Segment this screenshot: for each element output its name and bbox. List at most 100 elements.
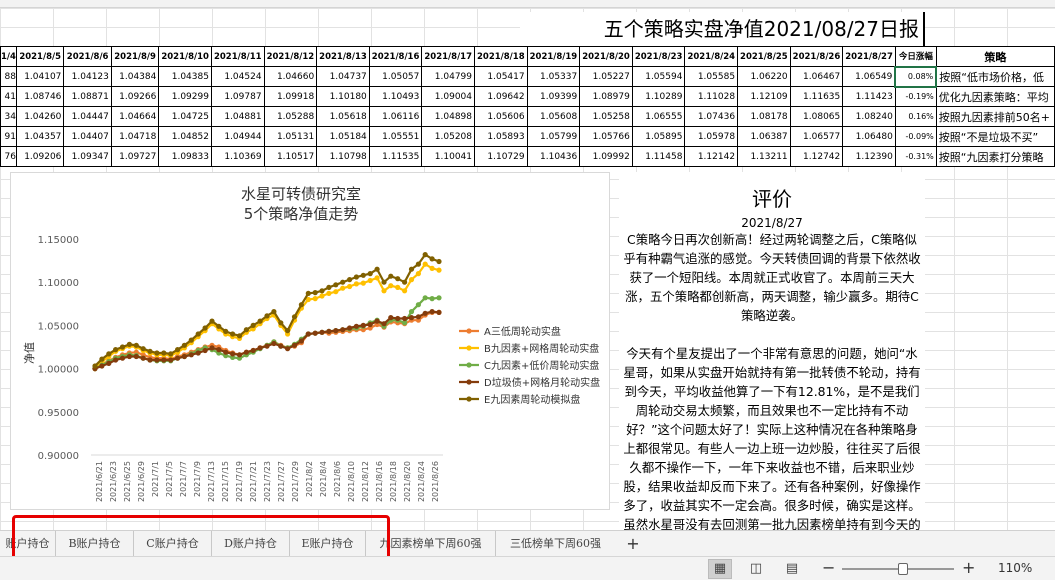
value-cell[interactable]: 1.08871	[63, 86, 112, 107]
first-col-header[interactable]: 1/4	[0, 46, 17, 67]
value-cell[interactable]: 1.04881	[210, 106, 265, 127]
date-header[interactable]: 2021/8/26	[789, 46, 844, 67]
date-header[interactable]: 2021/8/6	[63, 46, 112, 67]
change-cell[interactable]: 0.08%	[894, 65, 938, 88]
value-cell[interactable]: 1.10729	[474, 146, 528, 167]
value-cell[interactable]: 1.08979	[579, 86, 633, 107]
value-cell[interactable]: 1.08178	[737, 106, 791, 127]
date-header[interactable]: 2021/8/12	[263, 46, 318, 67]
zoom-slider-thumb[interactable]	[898, 563, 908, 575]
change-header[interactable]: 今日涨幅	[894, 46, 937, 67]
value-cell[interactable]: 1.04737	[316, 66, 370, 87]
value-cell[interactable]: 1.06220	[737, 66, 791, 87]
value-cell[interactable]: 1.09992	[579, 146, 633, 167]
value-cell[interactable]: 1.09206	[15, 146, 65, 167]
value-cell[interactable]: 1.04357	[15, 126, 65, 147]
value-cell[interactable]: 1.05184	[316, 126, 370, 147]
date-header[interactable]: 2021/8/11	[210, 46, 265, 67]
value-cell[interactable]: 1.07436	[684, 106, 739, 127]
add-sheet-button[interactable]: +	[624, 531, 642, 556]
normal-view-icon[interactable]: ▦	[708, 559, 732, 579]
strategy-cell[interactable]: 按照九因素排前50名+	[935, 106, 1055, 127]
date-header[interactable]: 2021/8/16	[368, 46, 423, 67]
value-cell[interactable]: 1.04944	[210, 126, 265, 147]
value-cell[interactable]: 1.05618	[316, 106, 370, 127]
value-cell[interactable]: 1.04123	[63, 66, 112, 87]
page-layout-view-icon[interactable]: ◫	[744, 559, 768, 579]
value-cell[interactable]: 1.06116	[368, 106, 423, 127]
value-cell[interactable]: 1.09399	[526, 86, 581, 107]
value-cell[interactable]: 1.04524	[210, 66, 265, 87]
value-cell[interactable]: 1.06480	[842, 126, 896, 147]
date-header[interactable]: 2021/8/24	[684, 46, 739, 67]
value-cell[interactable]: 1.04799	[421, 66, 475, 87]
value-cell[interactable]: 1.09004	[421, 86, 475, 107]
value-cell[interactable]: 1.08746	[15, 86, 65, 107]
value-cell[interactable]: 1.05131	[263, 126, 318, 147]
strategy-cell[interactable]: 按照“九因素打分策略	[935, 146, 1055, 167]
date-header[interactable]: 2021/8/27	[842, 46, 896, 67]
strategy-header[interactable]: 策略	[935, 46, 1055, 67]
value-cell[interactable]: 1.09833	[158, 146, 212, 167]
date-header[interactable]: 2021/8/23	[631, 46, 686, 67]
value-cell[interactable]: 1.10436	[526, 146, 581, 167]
value-cell[interactable]: 1.05258	[579, 106, 633, 127]
value-cell[interactable]: 1.09918	[263, 86, 318, 107]
value-cell[interactable]: 1.10798	[316, 146, 370, 167]
sheet-tab-three-low[interactable]: 三低榜单下周60强	[495, 531, 615, 556]
value-cell[interactable]: 1.13211	[737, 146, 791, 167]
value-cell[interactable]: 1.05594	[631, 66, 686, 87]
value-cell[interactable]: 1.04260	[15, 106, 65, 127]
page-break-view-icon[interactable]: ▤	[780, 559, 804, 579]
value-cell[interactable]: 1.09787	[210, 86, 265, 107]
value-cell[interactable]: 1.04898	[421, 106, 475, 127]
value-cell[interactable]: 1.04447	[63, 106, 112, 127]
zoom-in-button[interactable]: +	[962, 558, 975, 577]
value-cell[interactable]: 1.04725	[158, 106, 212, 127]
value-cell[interactable]: 1.05585	[684, 66, 739, 87]
value-cell[interactable]: 1.05766	[579, 126, 633, 147]
zoom-level[interactable]: 110%	[998, 561, 1032, 575]
value-cell[interactable]: 1.06577	[789, 126, 844, 147]
value-cell[interactable]: 1.08240	[842, 106, 896, 127]
value-cell[interactable]: 1.05608	[526, 106, 581, 127]
value-cell[interactable]: 1.04852	[158, 126, 212, 147]
first-col-cell[interactable]: 76	[0, 146, 17, 167]
value-cell[interactable]: 1.12109	[737, 86, 791, 107]
value-cell[interactable]: 1.10493	[368, 86, 423, 107]
nav-chart[interactable]: 水星可转债研究室 5个策略净值走势 净值 1.15000 1.10000 1.05000 1…	[10, 172, 610, 510]
value-cell[interactable]: 1.11635	[789, 86, 844, 107]
value-cell[interactable]: 1.05895	[631, 126, 686, 147]
date-header[interactable]: 2021/8/17	[421, 46, 475, 67]
value-cell[interactable]: 1.05337	[526, 66, 581, 87]
value-cell[interactable]: 1.09347	[63, 146, 112, 167]
value-cell[interactable]: 1.11458	[631, 146, 686, 167]
change-cell[interactable]: -0.31%	[894, 146, 937, 167]
value-cell[interactable]: 1.04660	[263, 66, 318, 87]
value-cell[interactable]: 1.10180	[316, 86, 370, 107]
value-cell[interactable]: 1.05227	[579, 66, 633, 87]
value-cell[interactable]: 1.11535	[368, 146, 423, 167]
first-col-cell[interactable]: 34	[0, 106, 17, 127]
value-cell[interactable]: 1.05893	[474, 126, 528, 147]
value-cell[interactable]: 1.08065	[789, 106, 844, 127]
value-cell[interactable]: 1.04107	[15, 66, 65, 87]
value-cell[interactable]: 1.11028	[684, 86, 739, 107]
value-cell[interactable]: 1.04384	[110, 66, 160, 87]
value-cell[interactable]: 1.04718	[110, 126, 160, 147]
value-cell[interactable]: 1.06387	[737, 126, 791, 147]
value-cell[interactable]: 1.04385	[158, 66, 212, 87]
first-col-cell[interactable]: 91	[0, 126, 17, 147]
value-cell[interactable]: 1.05799	[526, 126, 581, 147]
change-cell[interactable]: -0.09%	[894, 126, 937, 147]
value-cell[interactable]: 1.10517	[263, 146, 318, 167]
value-cell[interactable]: 1.05288	[263, 106, 318, 127]
value-cell[interactable]: 1.09266	[110, 86, 160, 107]
value-cell[interactable]: 1.05978	[684, 126, 739, 147]
date-header[interactable]: 2021/8/25	[737, 46, 791, 67]
value-cell[interactable]: 1.06555	[631, 106, 686, 127]
zoom-out-button[interactable]: −	[822, 558, 835, 577]
value-cell[interactable]: 1.05606	[474, 106, 528, 127]
value-cell[interactable]: 1.05417	[474, 66, 528, 87]
strategy-cell[interactable]: 优化九因素策略：平均	[935, 86, 1055, 107]
